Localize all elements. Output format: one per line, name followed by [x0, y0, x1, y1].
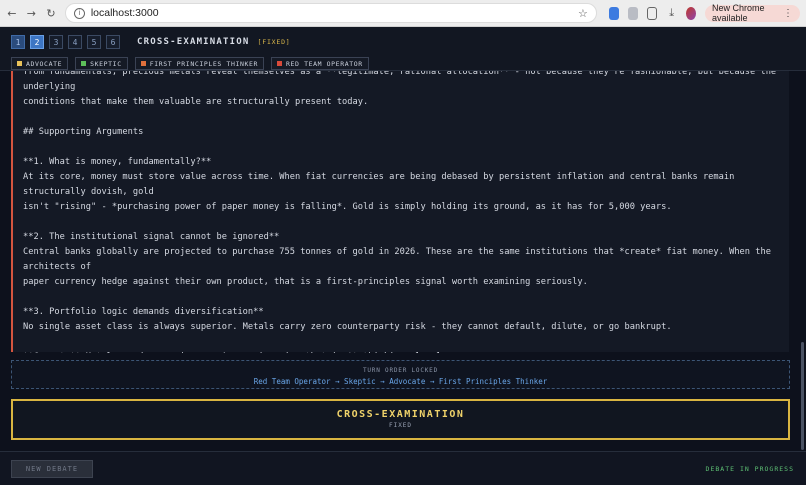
phase-tag: [FIXED] — [257, 38, 291, 46]
download-icon[interactable]: ⤓ — [666, 6, 677, 20]
participant-label: RED TEAM OPERATOR — [286, 59, 363, 68]
profile-avatar[interactable] — [686, 6, 696, 20]
debate-status: DEBATE IN PROGRESS — [705, 465, 794, 473]
participant-label: ADVOCATE — [26, 59, 63, 68]
site-info-icon[interactable]: i — [73, 7, 85, 19]
footer-bar: NEW DEBATE DEBATE IN PROGRESS — [0, 451, 806, 485]
extensions-puzzle-icon[interactable] — [646, 6, 658, 20]
turn-order-label: TURN ORDER LOCKED — [362, 367, 438, 374]
reload-icon[interactable]: ↻ — [45, 6, 57, 20]
turn-order-sequence: Red Team Operator → Skeptic → Advocate →… — [253, 377, 548, 386]
menu-dots-icon: ⋮ — [783, 7, 794, 19]
transcript-line — [23, 290, 779, 305]
participant-chip-first-principles: FIRST PRINCIPLES THINKER — [134, 57, 265, 70]
phase-step-6[interactable]: 6 — [106, 35, 120, 49]
phase-step-2[interactable]: 2 — [30, 35, 44, 49]
phase-banner-sub: FIXED — [388, 422, 413, 429]
chrome-update-button[interactable]: New Chrome available ⋮ — [704, 3, 801, 23]
scrollbar-thumb[interactable] — [801, 342, 804, 450]
transcript-line: Central banks globally are projected to … — [23, 247, 777, 272]
participant-label: FIRST PRINCIPLES THINKER — [149, 59, 259, 68]
participant-chip-skeptic: SKEPTIC — [75, 57, 128, 70]
transcript-line: At its core, money must store value acro… — [23, 172, 740, 197]
transcript-line: isn't "rising" - *purchasing power of pa… — [23, 202, 672, 212]
transcript-line: conditions that make them valuable are s… — [23, 97, 369, 107]
phase-banner-name: CROSS-EXAMINATION — [336, 409, 465, 420]
app-header: 1 2 3 4 5 6 CROSS-EXAMINATION [FIXED] AD… — [0, 27, 806, 71]
phase-step-4[interactable]: 4 — [68, 35, 82, 49]
extension-icon[interactable] — [608, 6, 619, 20]
participant-chip-red-team: RED TEAM OPERATOR — [271, 57, 369, 70]
transcript-line — [23, 140, 779, 155]
turn-order-box: TURN ORDER LOCKED Red Team Operator → Sk… — [11, 360, 790, 389]
phase-step-3[interactable]: 3 — [49, 35, 63, 49]
transcript-panel[interactable]: from fundamentals, precious metals revea… — [0, 71, 806, 353]
color-swatch — [81, 61, 87, 66]
url-text: localhost:3000 — [90, 7, 159, 19]
phase-step-5[interactable]: 5 — [87, 35, 101, 49]
transcript-line: from fundamentals, precious metals revea… — [23, 71, 782, 92]
update-label: New Chrome available — [711, 3, 765, 23]
color-swatch — [140, 61, 146, 66]
transcript-line: No single asset class is always superior… — [23, 322, 672, 332]
extension-icon[interactable] — [627, 6, 638, 20]
browser-toolbar: ← → ↻ i localhost:3000 ☆ ⤓ New Chrome av… — [0, 0, 806, 27]
transcript-line: **1. What is money, fundamentally?** — [23, 157, 212, 167]
new-debate-button[interactable]: NEW DEBATE — [11, 460, 93, 478]
phase-step-1[interactable]: 1 — [11, 35, 25, 49]
transcript-line — [23, 335, 779, 350]
participant-chip-advocate: ADVOCATE — [11, 57, 69, 70]
phase-banner: CROSS-EXAMINATION FIXED — [11, 399, 790, 440]
transcript-line: ## Supporting Arguments — [23, 127, 144, 137]
bookmark-star-icon[interactable]: ☆ — [578, 7, 588, 20]
transcript-line — [23, 110, 779, 125]
transcript-line: paper currency hedge against their own p… — [23, 277, 588, 287]
transcript-line: **Caveat:** Metals produce no income. An… — [23, 350, 779, 353]
back-icon[interactable]: ← — [6, 6, 18, 20]
message-card: from fundamentals, precious metals revea… — [11, 71, 789, 353]
transcript-line: **2. The institutional signal cannot be … — [23, 232, 280, 242]
participant-label: SKEPTIC — [90, 59, 122, 68]
color-swatch — [277, 61, 283, 66]
transcript-line — [23, 215, 779, 230]
phase-title: CROSS-EXAMINATION — [137, 37, 250, 47]
address-bar[interactable]: i localhost:3000 ☆ — [64, 3, 597, 23]
color-swatch — [17, 61, 22, 66]
forward-icon[interactable]: → — [26, 6, 38, 20]
transcript-line: **3. Portfolio logic demands diversifica… — [23, 307, 264, 317]
